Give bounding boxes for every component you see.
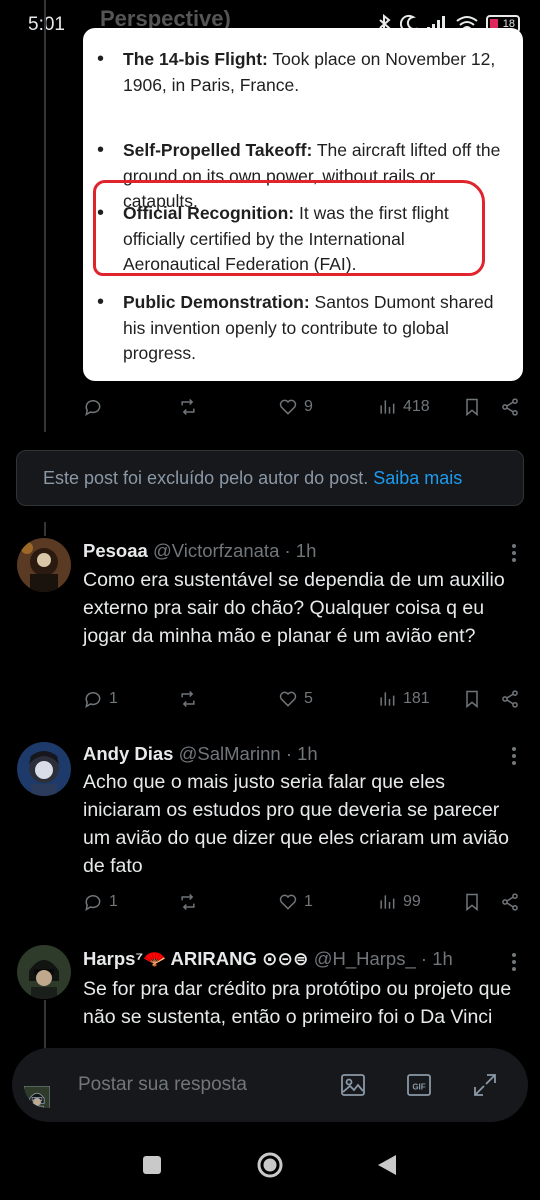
thread-line [44, 0, 46, 432]
bullet-heading: Self-Propelled Takeoff: [123, 140, 313, 160]
more-options-button[interactable] [512, 953, 516, 974]
like-button[interactable]: 5 [278, 689, 313, 709]
like-count: 1 [304, 893, 313, 910]
share-button[interactable] [500, 397, 520, 417]
deleted-post-notice: Este post foi excluído pelo autor do pos… [16, 450, 524, 506]
like-count: 9 [304, 398, 313, 415]
author-handle[interactable]: @H_Harps_ [314, 948, 416, 969]
thread-line [44, 522, 46, 536]
reply-icon [85, 895, 101, 912]
more-options-button[interactable] [512, 544, 516, 565]
bullet-heading: The 14-bis Flight: [123, 49, 268, 69]
gif-icon[interactable]: GIF [406, 1072, 432, 1098]
post-time: · 1h [420, 948, 453, 969]
reply-button[interactable]: 1 [83, 689, 118, 709]
reply-count: 1 [109, 893, 118, 910]
share-icon [502, 398, 518, 416]
avatar-image [17, 538, 71, 592]
avatar-image [24, 1086, 50, 1108]
heart-icon [279, 894, 297, 910]
reply-text: Como era sustentável se dependia de um a… [83, 569, 505, 647]
reply-text: Se for pra dar crédito pra protótipo ou … [83, 978, 512, 1028]
heart-icon [279, 691, 297, 707]
heart-icon [279, 399, 297, 415]
like-count: 5 [304, 690, 313, 707]
bullet-heading: Public Demonstration: [123, 292, 310, 312]
author-handle[interactable]: @SalMarinn [179, 743, 281, 764]
bookmark-icon [466, 893, 478, 912]
bookmark-button[interactable] [462, 397, 482, 417]
composer-avatar [24, 1062, 70, 1108]
card-bullet-item: Public Demonstration: Santos Dumont shar… [97, 290, 503, 367]
card-bullet-item: The 14-bis Flight: Took place on Novembe… [97, 47, 503, 98]
learn-more-link[interactable]: Saiba mais [373, 468, 462, 488]
reply-input-placeholder[interactable]: Postar sua resposta [78, 1074, 247, 1096]
share-icon [502, 690, 518, 708]
repost-icon [181, 690, 195, 708]
reply-header: Harps⁷🪭 ARIRANG ⊙⊝⊜ @H_Harps_ · 1h [83, 948, 453, 970]
reply-header: Pesoaa @Victorfzanata · 1h [83, 540, 316, 562]
views-icon [380, 692, 395, 706]
author-name[interactable]: Andy Dias [83, 743, 173, 764]
bookmark-button[interactable] [462, 892, 482, 912]
share-button[interactable] [500, 892, 520, 912]
repost-button[interactable] [178, 689, 198, 709]
deleted-post-text: Este post foi excluído pelo autor do pos… [43, 468, 369, 488]
reply-header: Andy Dias @SalMarinn · 1h [83, 743, 318, 765]
reply-icon [85, 400, 101, 417]
post-time: · 1h [284, 540, 317, 561]
avatar[interactable] [17, 538, 71, 592]
like-button[interactable]: 1 [278, 892, 313, 912]
recent-apps-icon[interactable] [142, 1155, 162, 1175]
views-icon [380, 895, 395, 909]
post-time: · 1h [285, 743, 318, 764]
back-icon[interactable] [376, 1153, 398, 1177]
reply-button[interactable] [83, 397, 103, 417]
views-button[interactable]: 181 [377, 689, 430, 709]
red-highlight-annotation [93, 180, 485, 276]
share-button[interactable] [500, 689, 520, 709]
repost-button[interactable] [178, 892, 198, 912]
repost-icon [181, 893, 195, 911]
expand-icon[interactable] [472, 1072, 498, 1098]
views-count: 99 [403, 893, 421, 910]
home-icon[interactable] [256, 1151, 284, 1179]
thread-line [44, 1000, 46, 1050]
bookmark-icon [466, 398, 478, 417]
author-handle[interactable]: @Victorfzanata [153, 540, 279, 561]
like-button[interactable]: 9 [278, 397, 313, 417]
bookmark-button[interactable] [462, 689, 482, 709]
share-icon [502, 893, 518, 911]
system-nav-bar [0, 1130, 540, 1200]
avatar-image [17, 742, 71, 796]
reply-text: Acho que o mais justo seria falar que el… [83, 771, 509, 877]
avatar[interactable] [17, 742, 71, 796]
image-icon[interactable] [340, 1072, 366, 1098]
avatar[interactable] [17, 945, 71, 999]
author-name[interactable]: Harps⁷🪭 ARIRANG ⊙⊝⊜ [83, 948, 309, 969]
more-options-button[interactable] [512, 747, 516, 768]
avatar-image [17, 945, 71, 999]
svg-text:GIF: GIF [412, 1083, 425, 1092]
views-button[interactable]: 99 [377, 892, 421, 912]
bookmark-icon [466, 690, 478, 709]
repost-button[interactable] [178, 397, 198, 417]
views-button[interactable]: 418 [377, 397, 430, 417]
reply-button[interactable]: 1 [83, 892, 118, 912]
status-time: 5:01 [28, 14, 65, 35]
repost-icon [181, 398, 195, 416]
author-name[interactable]: Pesoaa [83, 540, 148, 561]
reply-composer[interactable]: Postar sua resposta GIF [12, 1048, 528, 1122]
views-count: 181 [403, 690, 430, 707]
views-count: 418 [403, 398, 430, 415]
views-icon [380, 400, 395, 414]
reply-icon [85, 692, 101, 709]
reply-count: 1 [109, 690, 118, 707]
